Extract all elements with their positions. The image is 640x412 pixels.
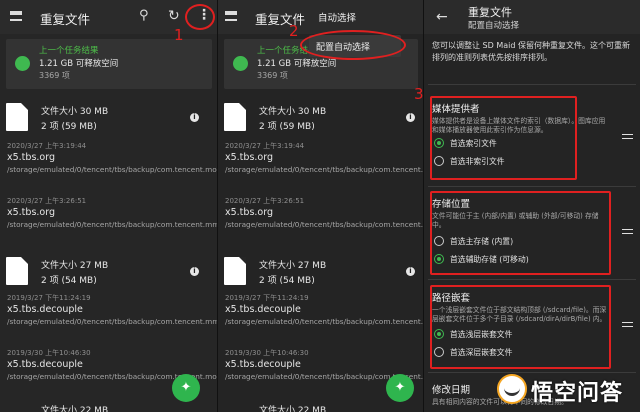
entry-name: x5.tbs.org (7, 152, 55, 163)
group-count: 2 项 (59 MB) (259, 122, 315, 132)
annotation-box-storage (430, 191, 611, 275)
duplicate-group[interactable]: 文件大小 27 MB 2 项 (54 MB) i (0, 254, 218, 292)
menu-icon[interactable] (225, 11, 237, 21)
search-icon[interactable]: ⚲ (139, 9, 149, 23)
divider (428, 84, 636, 85)
entry-name: x5.tbs.decouple (7, 304, 83, 315)
entry-path: /storage/emulated/0/tencent/tbs/backup/c… (7, 165, 218, 174)
entry-path: /storage/emulated/0/tencent/tbs/backup/c… (7, 317, 218, 326)
entry-name: x5.tbs.decouple (7, 359, 83, 370)
info-icon[interactable]: i (190, 267, 199, 276)
entry-date: 2020/3/27 上午3:26:51 (225, 197, 305, 205)
entry-date: 2019/3/30 上午10:46:30 (225, 349, 309, 357)
wukong-logo-icon (497, 374, 527, 404)
divider (428, 279, 636, 280)
wand-fab[interactable]: ✦ (172, 374, 200, 402)
app-bar: ← 重复文件 配置自动选择 (424, 0, 640, 34)
drag-handle-icon[interactable] (622, 134, 633, 139)
last-task-result-card[interactable]: 上一个任务结果 1.21 GB 可释放空间 3369 项 (6, 39, 212, 89)
entry-path: /storage/emulated/0/tencent/tbs/backup/c… (225, 165, 424, 174)
task-size: 1.21 GB 可释放空间 (257, 59, 337, 69)
divider (428, 186, 636, 187)
entry-path: /storage/emulated/0/tencent/tbs/backup/c… (225, 372, 424, 381)
drag-handle-icon[interactable] (622, 322, 633, 327)
file-icon (224, 257, 246, 285)
page-title: 重复文件 (40, 12, 91, 27)
annotation-circle-menu (300, 30, 406, 60)
duplicates-screen-menu: 重复文件 自动选择 上一个任务结果 1.21 GB 可释放空间 3369 项 文… (218, 0, 424, 412)
entry-path: /storage/emulated/0/tencent/tbs/backup/c… (225, 317, 424, 326)
duplicate-group[interactable]: 文件大小 30 MB 2 项 (59 MB) i (218, 100, 424, 138)
entry-date: 2020/3/27 上午3:26:51 (7, 197, 87, 205)
group-size: 文件大小 27 MB (259, 261, 327, 271)
annotation-circle-more (185, 4, 215, 30)
file-icon (6, 103, 28, 131)
group-count: 2 项 (54 MB) (41, 276, 97, 286)
page-title: 重复文件 (468, 6, 512, 19)
group-size: 文件大小 30 MB (41, 107, 109, 117)
drag-handle-icon[interactable] (622, 229, 633, 234)
entry-path: /storage/emulated/0/tencent/tbs/backup/c… (225, 220, 424, 229)
group-count: 2 项 (59 MB) (41, 122, 97, 132)
info-icon[interactable]: i (406, 113, 415, 122)
group-size: 文件大小 27 MB (41, 261, 109, 271)
entry-date: 2019/3/27 下午11:24:19 (7, 294, 91, 302)
group-size-partial: 文件大小 22 MB (259, 406, 327, 412)
entry-date: 2019/3/30 上午10:46:30 (7, 349, 91, 357)
entry-name: x5.tbs.org (7, 207, 55, 218)
entry-date: 2020/3/27 上午3:19:44 (225, 142, 305, 150)
app-bar: 重复文件 自动选择 (218, 0, 424, 34)
entry-name: x5.tbs.decouple (225, 359, 301, 370)
auto-select-action[interactable]: 自动选择 (318, 10, 356, 24)
status-dot (15, 56, 30, 71)
watermark-text: 悟空问答 (531, 381, 624, 406)
entry-name: x5.tbs.decouple (225, 304, 301, 315)
entry-name: x5.tbs.org (225, 207, 273, 218)
file-icon (224, 103, 246, 131)
wand-fab[interactable]: ✦ (386, 374, 414, 402)
entry-path: /storage/emulated/0/tencent/tbs/backup/c… (7, 220, 218, 229)
group-size: 文件大小 30 MB (259, 107, 327, 117)
task-count: 3369 项 (257, 71, 288, 80)
duplicates-screen-list: 重复文件 ⚲ ↻ ⋮ 上一个任务结果 1.21 GB 可释放空间 3369 项 … (0, 0, 218, 412)
watermark: 悟空问答 (497, 368, 640, 412)
annotation-number-3: 3 (414, 85, 424, 103)
task-size: 1.21 GB 可释放空间 (39, 59, 119, 69)
refresh-icon[interactable]: ↻ (168, 9, 180, 23)
status-dot (233, 56, 248, 71)
task-count: 3369 项 (39, 71, 70, 80)
duplicate-group[interactable]: 文件大小 27 MB 2 项 (54 MB) i (218, 254, 424, 292)
back-arrow-icon[interactable]: ← (436, 10, 448, 24)
intro-text: 您可以调整让 SD Maid 保留何种重复文件。这个可重新排列的准则列表优先按排… (432, 41, 630, 62)
task-heading: 上一个任务结果 (39, 46, 99, 56)
group-count: 2 项 (54 MB) (259, 276, 315, 286)
annotation-box-nesting (430, 285, 611, 369)
file-icon (6, 257, 28, 285)
annotation-number-1: 1 (174, 26, 184, 44)
annotation-number-2: 2 (289, 22, 299, 40)
entry-name: x5.tbs.org (225, 152, 273, 163)
duplicate-group[interactable]: 文件大小 30 MB 2 项 (59 MB) i (0, 100, 218, 138)
group-size-partial: 文件大小 22 MB (41, 406, 109, 412)
menu-icon[interactable] (10, 11, 22, 21)
entry-date: 2020/3/27 上午3:19:44 (7, 142, 87, 150)
entry-date: 2019/3/27 下午11:24:19 (225, 294, 309, 302)
annotation-box-media (430, 96, 577, 180)
page-subtitle: 配置自动选择 (468, 21, 520, 31)
info-icon[interactable]: i (406, 267, 415, 276)
info-icon[interactable]: i (190, 113, 199, 122)
